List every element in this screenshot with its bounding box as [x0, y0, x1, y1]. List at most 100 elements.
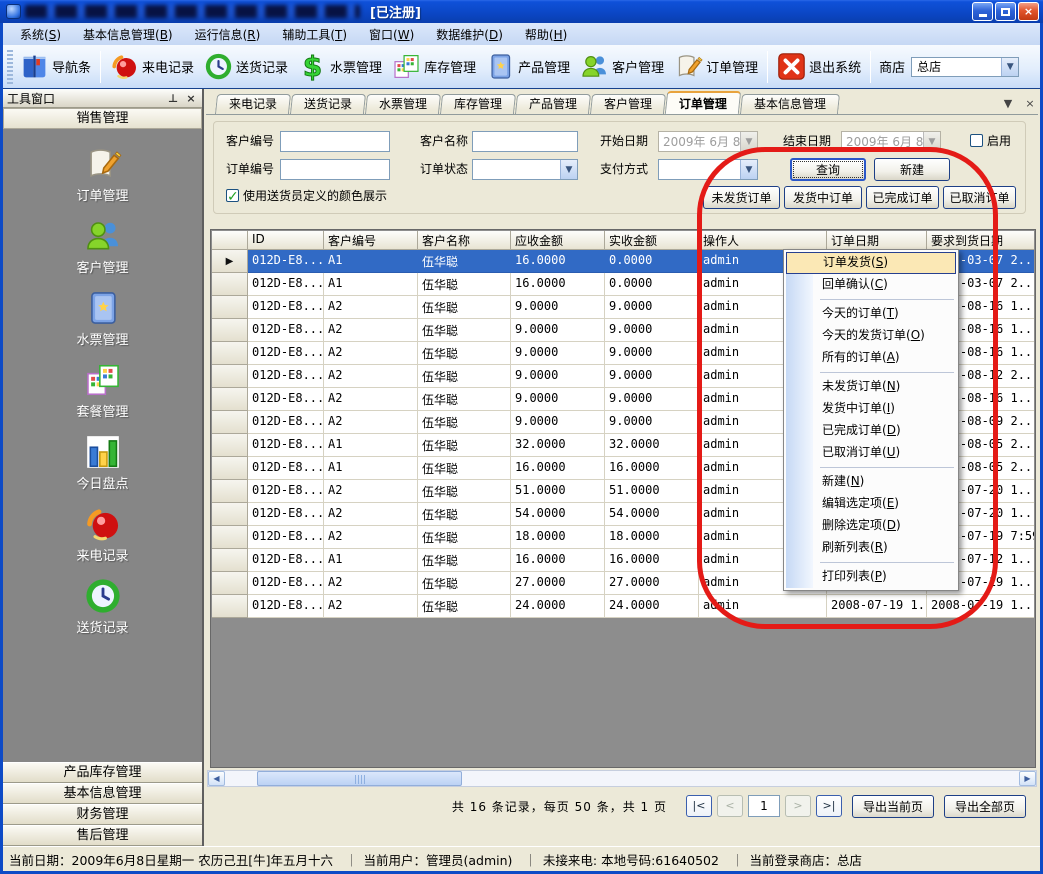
table-row[interactable]: 012D-E8...A2伍华聪24.000024.0000admin2008-0… [212, 595, 1034, 618]
chevron-down-icon[interactable]: ▼ [740, 160, 757, 179]
color-display-checkbox[interactable]: 使用送货员定义的颜色展示 [226, 186, 387, 207]
tab-4[interactable]: 产品管理 [515, 94, 591, 114]
row-selector[interactable] [212, 411, 248, 434]
menu-item-4[interactable]: 窗口(W) [358, 24, 425, 45]
menu-item-2[interactable]: 运行信息(R) [184, 24, 272, 45]
tab-2[interactable]: 水票管理 [365, 94, 441, 114]
context-menu-item-9[interactable]: 已完成订单(D) [786, 420, 956, 442]
sidebar-section-3[interactable]: 售后管理 [3, 825, 202, 846]
context-menu-item-12[interactable]: 新建(N) [786, 471, 956, 493]
sidebar-item-1[interactable]: 客户管理 [3, 217, 202, 276]
toolbar-button-2[interactable]: 送货记录 [199, 49, 293, 84]
toolbar-button-4[interactable]: 库存管理 [387, 49, 481, 84]
column-header-0[interactable]: ID [248, 231, 324, 250]
toolbar-button-3[interactable]: $水票管理 [293, 49, 387, 84]
chevron-down-icon[interactable]: ▼ [1001, 58, 1018, 76]
sidebar-item-0[interactable]: 订单管理 [3, 145, 202, 204]
row-selector[interactable] [212, 480, 248, 503]
scroll-left-icon[interactable]: ◀ [208, 771, 225, 786]
sidebar-section-1[interactable]: 基本信息管理 [3, 783, 202, 804]
column-header-4[interactable]: 实收金额 [605, 231, 699, 250]
toolbar-button-0[interactable]: 导航条 [15, 49, 96, 84]
enable-checkbox[interactable]: 启用 [970, 131, 1011, 152]
column-header-7[interactable]: 要求到货日期 [927, 231, 1034, 250]
close-icon[interactable]: × [1018, 2, 1039, 21]
row-selector[interactable] [212, 572, 248, 595]
context-menu-item-13[interactable]: 编辑选定项(E) [786, 493, 956, 515]
export-all-pages-button[interactable]: 导出全部页 [944, 795, 1026, 818]
chevron-down-icon[interactable]: ▼ [740, 132, 757, 151]
row-selector[interactable] [212, 388, 248, 411]
start-date-picker[interactable]: 2009年 6月 8日 ▼ [658, 131, 758, 152]
prev-page-button[interactable]: < [717, 795, 743, 817]
row-selector[interactable] [212, 503, 248, 526]
pin-icon[interactable]: ⊥ [166, 91, 180, 105]
tab-6[interactable]: 订单管理 [665, 91, 741, 114]
tab-7[interactable]: 基本信息管理 [740, 94, 840, 114]
context-menu-item-17[interactable]: 打印列表(P) [786, 566, 956, 588]
dropdown-icon[interactable]: ▼ [1000, 97, 1016, 110]
status-filter-button-2[interactable]: 已完成订单 [866, 186, 939, 209]
row-selector[interactable] [212, 549, 248, 572]
query-button[interactable]: 查询 [790, 158, 866, 181]
export-current-page-button[interactable]: 导出当前页 [852, 795, 934, 818]
sidebar-section-2[interactable]: 财务管理 [3, 804, 202, 825]
toolbar-button-1[interactable]: 来电记录 [105, 49, 199, 84]
row-selector[interactable] [212, 273, 248, 296]
context-menu-item-8[interactable]: 发货中订单(I) [786, 398, 956, 420]
toolbar-button-7[interactable]: 订单管理 [669, 49, 763, 84]
menu-item-1[interactable]: 基本信息管理(B) [72, 24, 184, 45]
order-status-select[interactable]: ▼ [472, 159, 578, 180]
tab-1[interactable]: 送货记录 [290, 94, 366, 114]
tab-0[interactable]: 来电记录 [215, 94, 291, 114]
page-number-input[interactable] [748, 795, 780, 817]
scrollbar-thumb[interactable] [257, 771, 462, 786]
row-selector[interactable] [212, 319, 248, 342]
row-selector[interactable]: ▶ [212, 250, 248, 273]
context-menu-item-15[interactable]: 刷新列表(R) [786, 537, 956, 559]
checkbox-icon[interactable] [970, 134, 983, 147]
context-menu-item-1[interactable]: 回单确认(C) [786, 274, 956, 296]
sidebar-section-sales[interactable]: 销售管理 [3, 108, 202, 129]
end-date-picker[interactable]: 2009年 6月 8日 ▼ [841, 131, 941, 152]
context-menu-item-0[interactable]: 订单发货(S) [786, 252, 956, 274]
sidebar-item-4[interactable]: 今日盘点 [3, 433, 202, 492]
chevron-down-icon[interactable]: ▼ [560, 160, 577, 179]
row-selector[interactable] [212, 434, 248, 457]
menu-item-6[interactable]: 帮助(H) [514, 24, 578, 45]
minimize-icon[interactable] [972, 2, 993, 21]
customer-no-input[interactable] [280, 131, 390, 152]
context-menu-item-5[interactable]: 所有的订单(A) [786, 347, 956, 369]
sidebar-section-0[interactable]: 产品库存管理 [3, 762, 202, 783]
shop-select[interactable]: 总店 ▼ [911, 57, 1019, 77]
column-header-5[interactable]: 操作人 [699, 231, 827, 250]
tab-5[interactable]: 客户管理 [590, 94, 666, 114]
order-no-input[interactable] [280, 159, 390, 180]
status-filter-button-1[interactable]: 发货中订单 [784, 186, 862, 209]
menu-item-5[interactable]: 数据维护(D) [425, 24, 514, 45]
column-header-3[interactable]: 应收金额 [511, 231, 605, 250]
status-filter-button-3[interactable]: 已取消订单 [943, 186, 1016, 209]
menu-item-0[interactable]: 系统(S) [9, 24, 72, 45]
sidebar-item-5[interactable]: 来电记录 [3, 505, 202, 564]
checkbox-checked-icon[interactable] [226, 189, 239, 202]
context-menu-item-7[interactable]: 未发货订单(N) [786, 376, 956, 398]
close-icon[interactable]: × [184, 91, 198, 105]
context-menu-item-14[interactable]: 删除选定项(D) [786, 515, 956, 537]
toolbar-grip[interactable] [7, 50, 13, 84]
sidebar-item-3[interactable]: 套餐管理 [3, 361, 202, 420]
first-page-button[interactable]: |< [686, 795, 712, 817]
row-selector[interactable] [212, 457, 248, 480]
scroll-right-icon[interactable]: ▶ [1019, 771, 1036, 786]
tab-3[interactable]: 库存管理 [440, 94, 516, 114]
sidebar-item-6[interactable]: 送货记录 [3, 577, 202, 636]
column-header-2[interactable]: 客户名称 [418, 231, 511, 250]
menu-item-3[interactable]: 辅助工具(T) [271, 24, 358, 45]
status-filter-button-0[interactable]: 未发货订单 [703, 186, 780, 209]
column-header-1[interactable]: 客户编号 [324, 231, 418, 250]
chevron-down-icon[interactable]: ▼ [923, 132, 940, 151]
row-selector[interactable] [212, 296, 248, 319]
horizontal-scrollbar[interactable]: ◀ ▶ [207, 770, 1037, 787]
toolbar-button-6[interactable]: 客户管理 [575, 49, 669, 84]
close-icon[interactable]: × [1022, 97, 1038, 110]
